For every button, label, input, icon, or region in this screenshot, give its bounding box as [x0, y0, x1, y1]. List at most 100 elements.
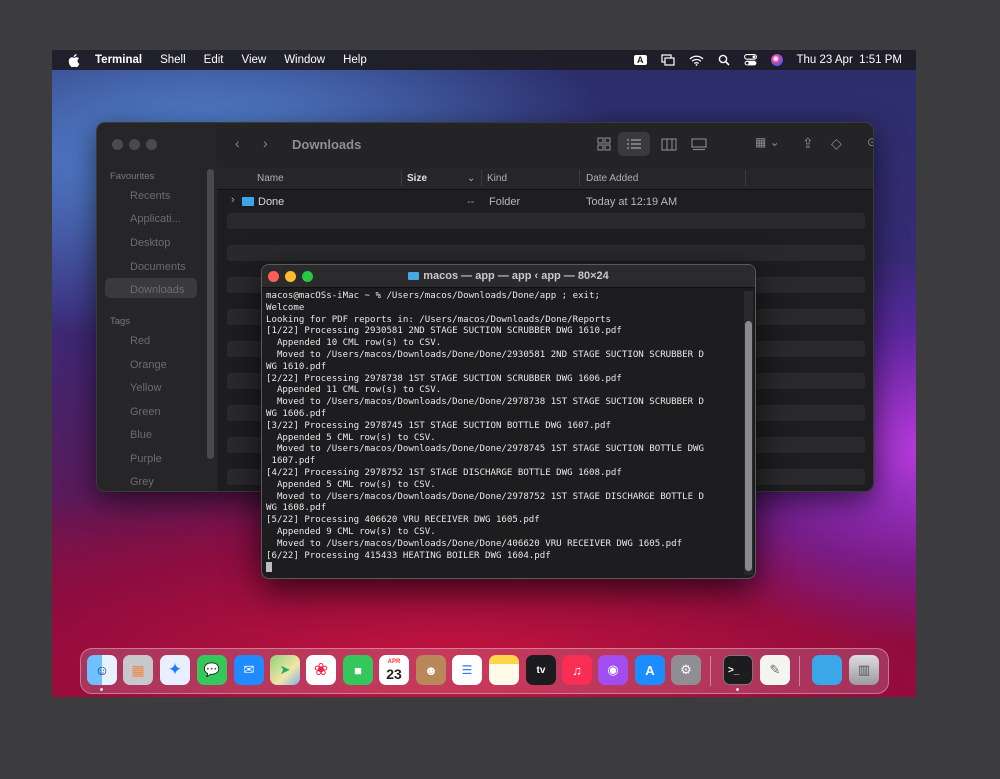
- terminal-titlebar[interactable]: macos — app — app ‹ app — 80×24: [262, 265, 755, 288]
- terminal-line: WG 1608.pdf: [266, 503, 327, 514]
- finder-zoom-button[interactable]: [146, 139, 157, 150]
- sidebar-tags-heading: Tags: [110, 316, 131, 327]
- sidebar-tag-grey[interactable]: Grey: [130, 476, 154, 488]
- sidebar-tag-red[interactable]: Red: [130, 335, 150, 347]
- calendar-day: 23: [386, 665, 402, 682]
- running-indicator: [736, 688, 739, 691]
- terminal-line: Moved to /Users/macos/Downloads/Done/Don…: [266, 397, 704, 408]
- share-icon[interactable]: ⇪: [802, 135, 814, 152]
- trash-icon[interactable]: ▥: [849, 655, 879, 685]
- terminal-scroll-thumb[interactable]: [745, 321, 752, 571]
- terminal-line: 1607.pdf: [266, 456, 316, 467]
- back-chevron-icon[interactable]: ‹: [235, 135, 240, 151]
- sidebar-tag-green[interactable]: Green: [130, 406, 161, 418]
- sidebar-tag-yellow[interactable]: Yellow: [130, 382, 161, 394]
- sidebar-item-applications[interactable]: Applicati...: [130, 213, 181, 225]
- file-row-done[interactable]: › Done -- Folder Today at 12:19 AM: [217, 192, 873, 212]
- column-size[interactable]: Size: [407, 173, 427, 184]
- finder-column-header: Name Size ⌄ Kind Date Added: [217, 167, 873, 190]
- group-by-icon[interactable]: ▦ ⌄: [755, 135, 780, 149]
- safari-icon[interactable]: ✦: [160, 655, 190, 685]
- terminal-line: Moved to /Users/macos/Downloads/Done/Don…: [266, 349, 704, 360]
- terminal-line: [6/22] Processing 415433 HEATING BOILER …: [266, 550, 551, 561]
- terminal-line: [2/22] Processing 2978738 1ST STAGE SUCT…: [266, 373, 622, 384]
- column-kind[interactable]: Kind: [487, 173, 507, 184]
- siri-icon[interactable]: [770, 54, 783, 66]
- sidebar-item-recents[interactable]: Recents: [130, 190, 170, 202]
- list-view-icon: [627, 139, 641, 149]
- terminal-line: Appended 5 CML row(s) to CSV.: [266, 479, 436, 490]
- menu-app-name[interactable]: Terminal: [86, 54, 151, 66]
- sort-chevron-icon: ⌄: [467, 173, 476, 184]
- tv-icon[interactable]: tv: [526, 655, 556, 685]
- desktop: Terminal Shell Edit View Window Help A T…: [52, 50, 916, 697]
- menu-window[interactable]: Window: [275, 54, 334, 66]
- file-kind: Folder: [489, 196, 521, 208]
- column-date-added[interactable]: Date Added: [586, 173, 638, 184]
- terminal-line: [5/22] Processing 406620 VRU RECEIVER DW…: [266, 515, 540, 526]
- column-view-icon[interactable]: [661, 138, 677, 151]
- facetime-icon[interactable]: ■: [343, 655, 373, 685]
- finder-sidebar: Favourites Recents Applicati... Desktop …: [97, 123, 217, 491]
- maps-icon[interactable]: ➤: [270, 655, 300, 685]
- downloads-folder-icon[interactable]: [812, 655, 842, 685]
- terminal-line: Appended 11 CML row(s) to CSV.: [266, 385, 442, 396]
- launchpad-icon[interactable]: ▦: [123, 655, 153, 685]
- app-store-icon[interactable]: A: [635, 655, 665, 685]
- reminders-icon[interactable]: ☰: [452, 655, 482, 685]
- disclosure-chevron-icon[interactable]: ›: [231, 194, 235, 206]
- wifi-icon[interactable]: [689, 55, 704, 66]
- terminal-output[interactable]: macos@macOSs-iMac ~ % /Users/macos/Downl…: [266, 291, 740, 575]
- display-mirroring-icon[interactable]: [660, 54, 675, 66]
- terminal-line: Appended 10 CML row(s) to CSV.: [266, 338, 442, 349]
- terminal-line: Moved to /Users/macos/Downloads/Done/Don…: [266, 538, 683, 549]
- menu-shell[interactable]: Shell: [151, 54, 195, 66]
- terminal-line: Appended 5 CML row(s) to CSV.: [266, 432, 436, 443]
- finder-minimize-button[interactable]: [129, 139, 140, 150]
- column-name[interactable]: Name: [257, 173, 284, 184]
- input-source-icon[interactable]: A: [634, 55, 647, 65]
- tv-label: tv: [536, 664, 546, 676]
- sidebar-item-downloads[interactable]: Downloads: [130, 284, 184, 296]
- gallery-view-icon[interactable]: [691, 138, 707, 151]
- terminal-scrollbar[interactable]: [744, 291, 753, 575]
- notes-icon[interactable]: [489, 655, 519, 685]
- menu-help[interactable]: Help: [334, 54, 376, 66]
- sidebar-item-desktop[interactable]: Desktop: [130, 237, 170, 249]
- dock-separator: [710, 656, 711, 686]
- system-preferences-icon[interactable]: ⚙: [671, 655, 701, 685]
- sidebar-tag-orange[interactable]: Orange: [130, 359, 167, 371]
- action-menu-icon[interactable]: ⊙⌄: [867, 135, 873, 149]
- sidebar-item-documents[interactable]: Documents: [130, 261, 186, 273]
- terminal-window[interactable]: macos — app — app ‹ app — 80×24 macos@ma…: [261, 264, 756, 579]
- terminal-line: [4/22] Processing 2978752 1ST STAGE DISC…: [266, 467, 622, 478]
- apple-menu-icon[interactable]: [68, 53, 80, 67]
- icon-view-icon[interactable]: [597, 137, 611, 151]
- list-view-button[interactable]: [618, 132, 650, 156]
- messages-icon[interactable]: 💬: [197, 655, 227, 685]
- sidebar-tag-blue[interactable]: Blue: [130, 429, 152, 441]
- sidebar-favourites-heading: Favourites: [110, 171, 155, 182]
- terminal-prompt-line: [266, 562, 740, 574]
- control-center-icon[interactable]: [743, 54, 757, 66]
- spotlight-search-icon[interactable]: [718, 54, 730, 66]
- finder-close-button[interactable]: [112, 139, 123, 150]
- menu-clock[interactable]: Thu 23 Apr 1:51 PM: [797, 54, 902, 66]
- textedit-icon[interactable]: ✎: [760, 655, 790, 685]
- forward-chevron-icon[interactable]: ›: [263, 135, 268, 151]
- music-icon[interactable]: ♫: [562, 655, 592, 685]
- contacts-icon[interactable]: ☻: [416, 655, 446, 685]
- finder-toolbar: ‹ › Downloads ▦ ⌄ ⇪ ◇ ⊙⌄: [217, 123, 873, 168]
- menu-bar: Terminal Shell Edit View Window Help A T…: [52, 50, 916, 70]
- photos-icon[interactable]: ❀: [306, 655, 336, 685]
- mail-icon[interactable]: ✉: [234, 655, 264, 685]
- terminal-icon[interactable]: >_: [723, 655, 753, 685]
- calendar-icon[interactable]: APR 23: [379, 655, 409, 685]
- tag-icon[interactable]: ◇: [831, 135, 842, 152]
- menu-edit[interactable]: Edit: [195, 54, 233, 66]
- menu-view[interactable]: View: [232, 54, 275, 66]
- podcasts-icon[interactable]: ◉: [598, 655, 628, 685]
- sidebar-tag-purple[interactable]: Purple: [130, 453, 162, 465]
- sidebar-scrollbar[interactable]: [207, 169, 214, 459]
- finder-icon[interactable]: ☺: [87, 655, 117, 685]
